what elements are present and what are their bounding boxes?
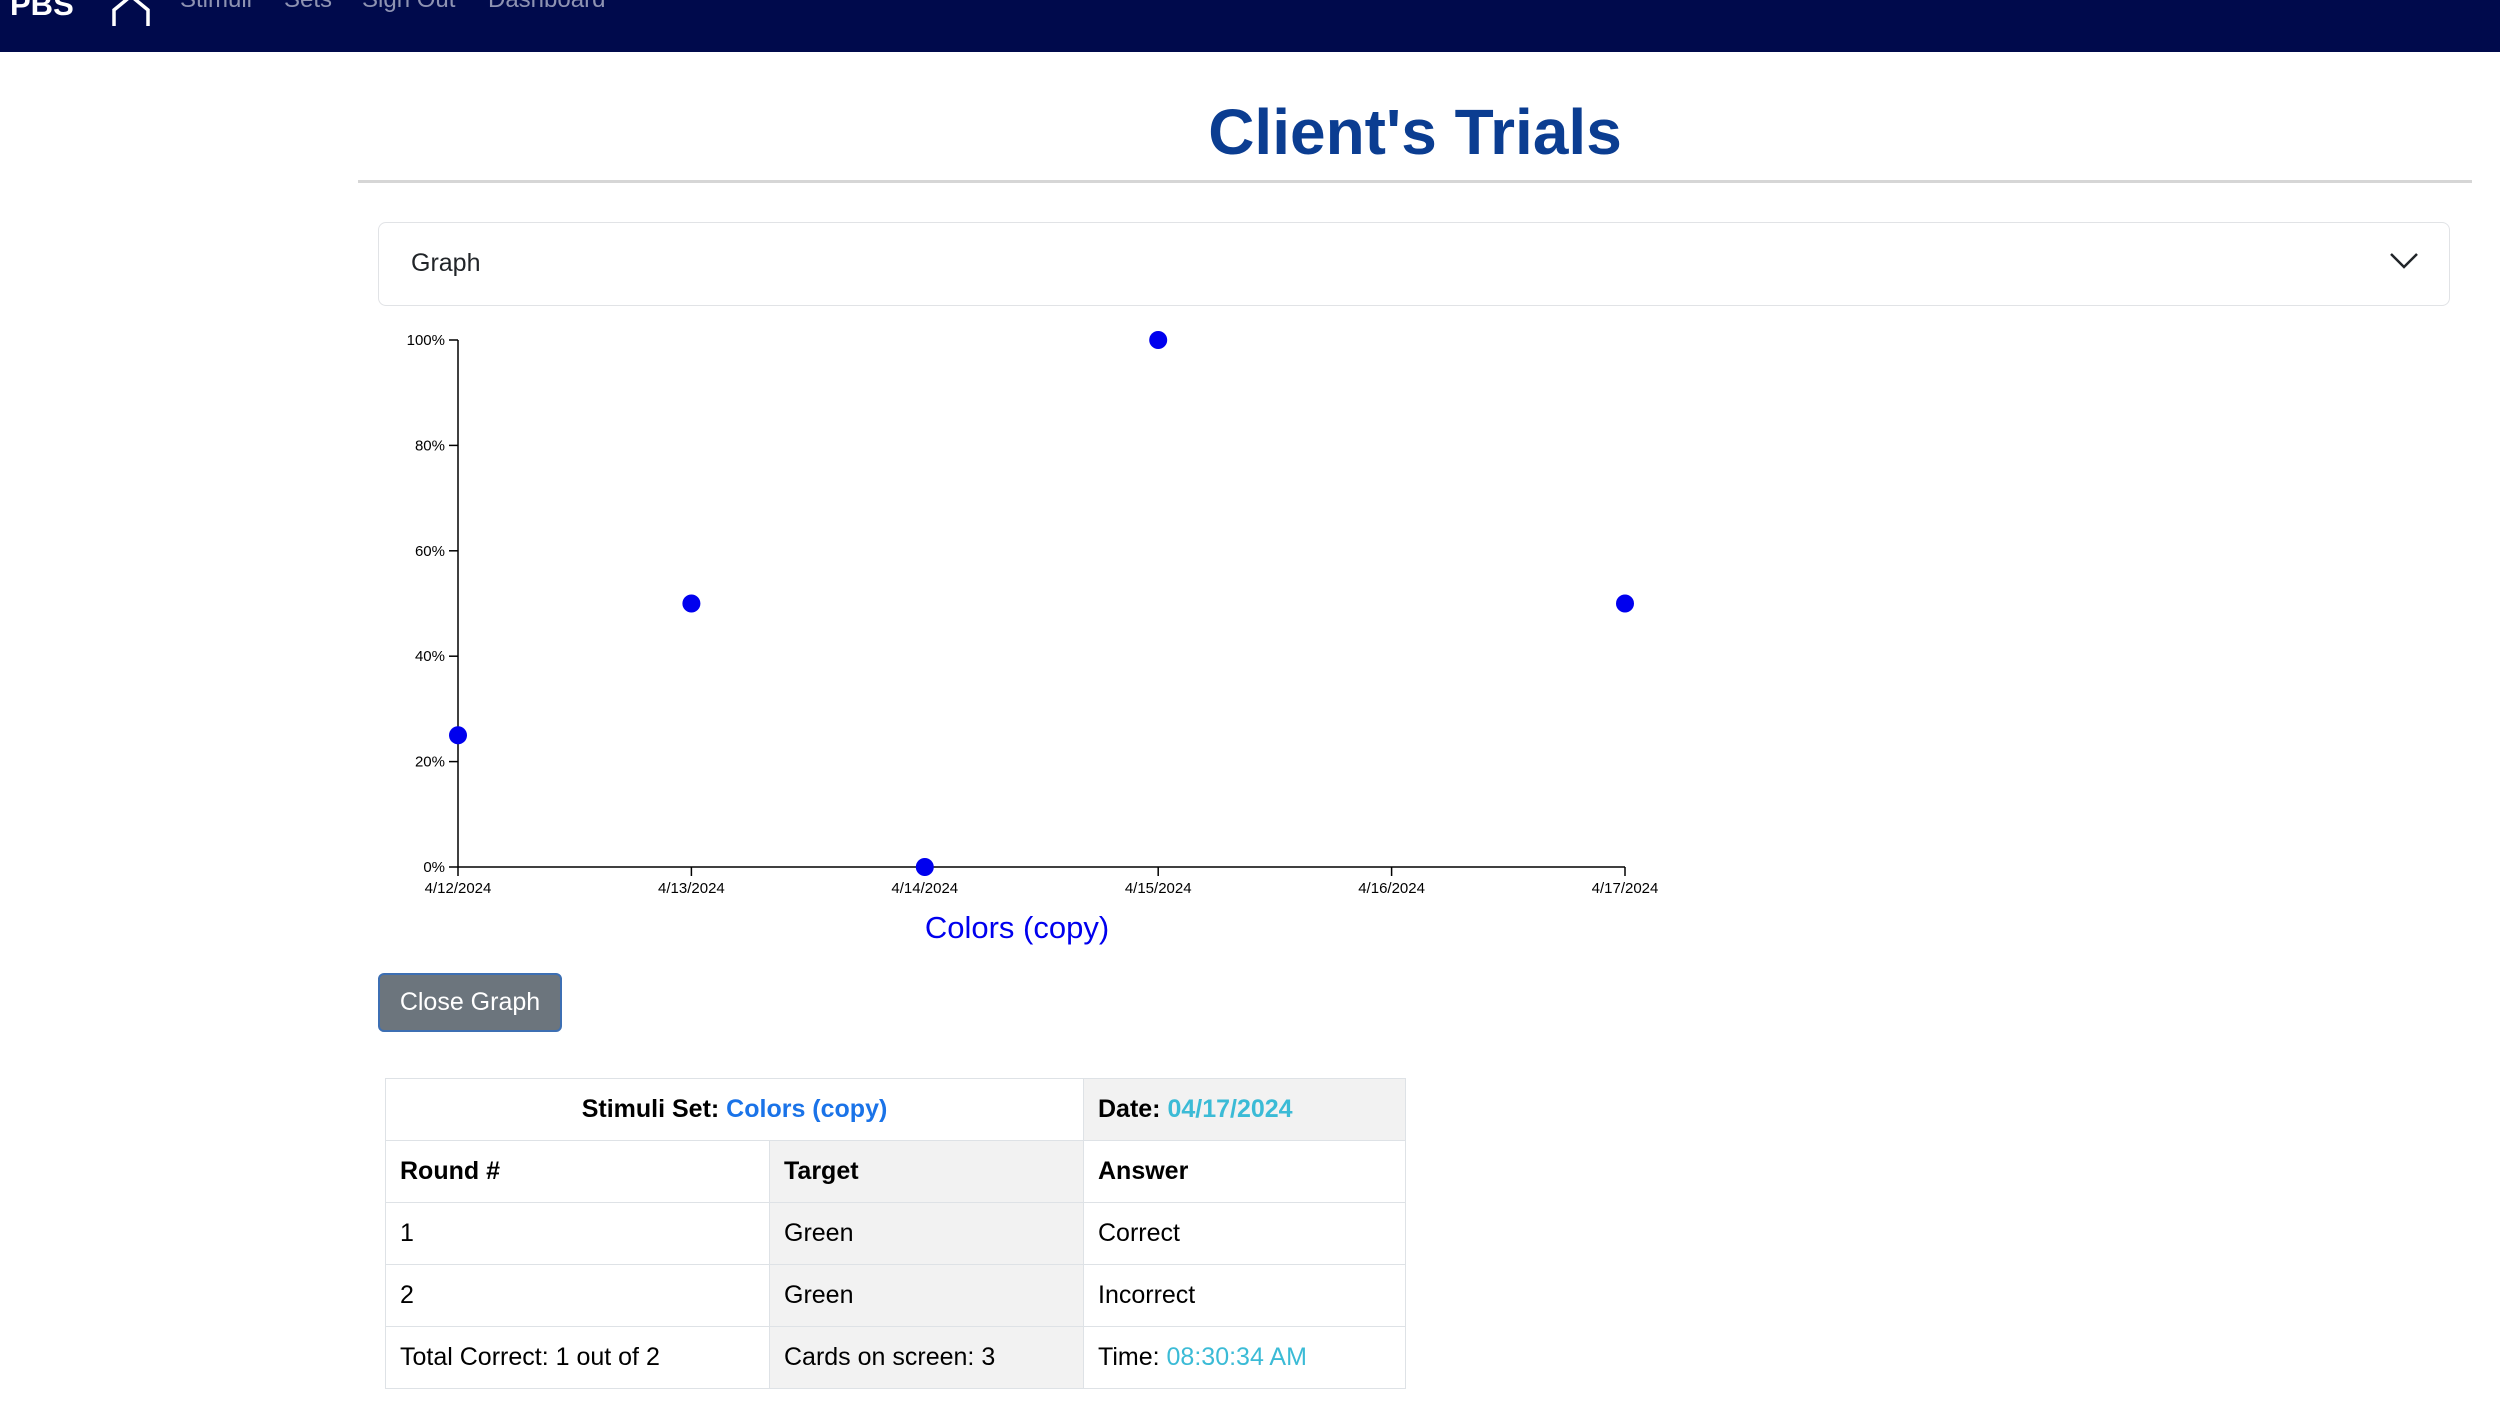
brand-logo[interactable]: PBS [10,0,74,22]
y-tick-label: 20% [415,754,445,771]
date-label: Date: [1098,1095,1161,1123]
y-tick-label: 100% [407,332,445,349]
target-cell: Green [769,1264,1084,1327]
y-tick-label: 80% [415,437,445,454]
time-value: 08:30:34 AM [1166,1343,1307,1371]
answer-cell: Correct [1083,1202,1406,1265]
x-tick-label: 4/15/2024 [1125,880,1192,897]
y-tick-label: 60% [415,543,445,560]
data-point [449,726,467,745]
y-tick-label: 0% [423,859,445,876]
x-tick-label: 4/13/2024 [658,880,725,897]
stimuli-set-label: Stimuli Set: [581,1095,720,1123]
data-point [1616,594,1634,613]
data-point [682,594,701,613]
page-title: Client's Trials [1208,96,1622,168]
data-point [915,858,934,876]
nav-link-sets[interactable]: Sets [284,0,332,14]
column-header-answer: Answer [1083,1140,1406,1203]
target-cell: Green [769,1202,1084,1265]
data-point [1149,331,1168,349]
trials-scatter-chart: 0%20%40%60%80%100% 4/12/2024 4/13/2024 4/1… [407,331,1659,945]
nav-link-dashboard[interactable]: Dashboard [488,0,605,14]
table-row: 2 Green Incorrect [385,1264,1406,1327]
nav-link-sign-out[interactable]: Sign Out [362,0,455,14]
trials-table: Stimuli Set: Colors (copy) Date: 04/17/2… [385,1078,1406,1389]
chart-title: Colors (copy) [925,910,1109,945]
chevron-down-icon[interactable] [2389,251,2419,271]
column-header-target: Target [769,1140,1084,1203]
column-header-row: Round # Target Answer [385,1140,1406,1203]
home-icon[interactable] [108,0,154,26]
close-graph-button[interactable]: Close Graph [378,973,562,1032]
y-axis: 0% 20% 40% 60% 80% 100% [407,332,459,876]
date-cell: Date: 04/17/2024 [1083,1078,1406,1141]
accordion-label: Graph [411,249,481,277]
answer-cell: Incorrect [1083,1264,1406,1327]
x-tick-label: 4/17/2024 [1592,880,1659,897]
date-value: 04/17/2024 [1167,1095,1293,1123]
y-tick-label: 40% [415,648,445,665]
data-points [449,331,1634,876]
round-cell: 2 [385,1264,770,1327]
time-label: Time: [1098,1343,1160,1371]
table-row: 1 Green Correct [385,1202,1406,1265]
time-cell: Time: 08:30:34 AM [1083,1326,1406,1389]
x-axis: 4/12/2024 4/13/2024 4/14/2024 4/15/2024 4/16… [425,866,1659,897]
title-divider [358,180,2472,183]
top-navbar: PBS Stimuli Sets Sign Out Dashboard [0,0,2500,52]
stimuli-set-cell: Stimuli Set: Colors (copy) [385,1078,1084,1141]
column-header-round: Round # [385,1140,770,1203]
graph-accordion-header[interactable]: Graph [378,222,2450,306]
x-tick-label: 4/16/2024 [1358,880,1425,897]
stimuli-set-link[interactable]: Colors (copy) [726,1095,887,1123]
x-tick-label: 4/14/2024 [891,880,958,897]
cards-on-screen-cell: Cards on screen: 3 [769,1326,1084,1389]
total-correct-cell: Total Correct: 1 out of 2 [385,1326,770,1389]
x-tick-label: 4/12/2024 [425,880,492,897]
table-header-row: Stimuli Set: Colors (copy) Date: 04/17/2… [385,1078,1406,1141]
round-cell: 1 [385,1202,770,1265]
nav-link-stimuli[interactable]: Stimuli [180,0,252,14]
table-footer-row: Total Correct: 1 out of 2 Cards on scree… [385,1326,1406,1389]
